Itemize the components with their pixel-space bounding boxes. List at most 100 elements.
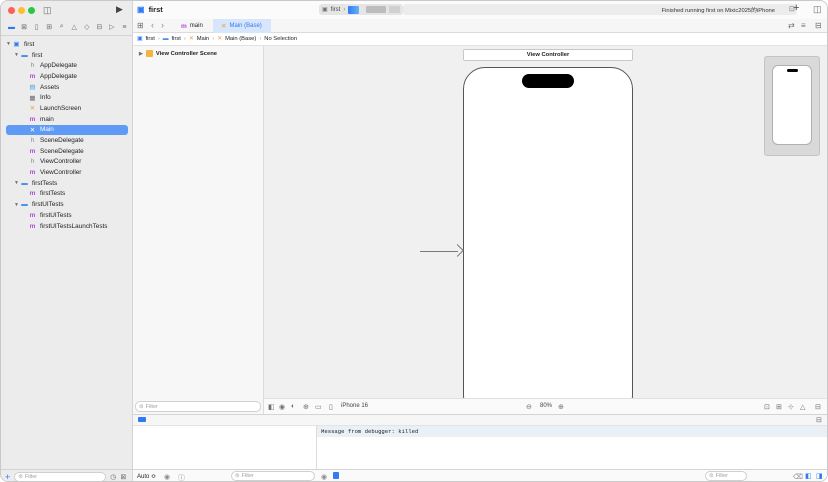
resolve-layout-icon[interactable]: △: [800, 403, 805, 411]
scheme-selector[interactable]: ▣ first ›: [319, 4, 403, 15]
tree-item-folder[interactable]: ▼ ▬ firstUITests: [1, 199, 133, 210]
tree-item-file[interactable]: ✕ LaunchScreen: [1, 103, 133, 114]
console-output-icon[interactable]: [333, 472, 339, 479]
source-control-icon[interactable]: ⊠: [20, 23, 29, 31]
tree-item-file[interactable]: m ViewController: [1, 167, 133, 178]
folder-icon[interactable]: ▬: [7, 24, 16, 31]
tree-item-file[interactable]: m main: [1, 114, 133, 125]
outline-filter-input[interactable]: ⊜ Filter: [135, 401, 261, 412]
device-icon[interactable]: ▯: [329, 403, 333, 411]
recent-files-icon[interactable]: ◷: [110, 473, 116, 481]
tree-item-file[interactable]: m AppDelegate: [1, 71, 133, 82]
run-button[interactable]: ▶: [116, 4, 123, 15]
tree-item-file-selected[interactable]: ✕ Main: [6, 124, 128, 136]
pin-icon[interactable]: ⊹: [788, 403, 794, 411]
close-window-button[interactable]: [8, 7, 15, 14]
breadcrumb-folder[interactable]: first: [172, 36, 181, 42]
tree-item-file[interactable]: m firstTests: [1, 189, 133, 200]
tree-item-file[interactable]: h AppDelegate: [1, 60, 133, 71]
outline-scene-row[interactable]: ▶ View Controller Scene: [139, 50, 217, 57]
related-items-icon[interactable]: ⊞: [137, 21, 144, 30]
tree-item-folder[interactable]: ▼ ▬ first: [1, 50, 133, 61]
tree-item-file[interactable]: h SceneDelegate: [1, 135, 133, 146]
chevron-left-icon[interactable]: ‹: [151, 20, 154, 30]
storyboard-icon: ✕: [29, 126, 36, 134]
add-icon[interactable]: +: [5, 472, 10, 482]
disclosure-right-icon[interactable]: ▶: [139, 51, 143, 57]
disclosure-down-icon[interactable]: ▼: [13, 52, 20, 58]
update-frames-icon[interactable]: ⊡: [764, 403, 770, 411]
tree-item-file[interactable]: m firstUITestsLaunchTests: [1, 221, 133, 232]
breadcrumb-project[interactable]: first: [145, 36, 154, 42]
tree-item-label: Assets: [40, 83, 60, 91]
align-icon[interactable]: ⊞: [776, 403, 782, 411]
minimize-window-button[interactable]: [18, 7, 25, 14]
disclosure-down-icon[interactable]: ▼: [5, 41, 12, 47]
appearance-icon[interactable]: ◉: [279, 403, 285, 411]
split-variables-icon[interactable]: ◧: [805, 472, 812, 480]
variables-scope-selector[interactable]: Auto ≎: [137, 473, 156, 480]
source-control-filter-icon[interactable]: ⊠: [120, 473, 126, 481]
orientation-icon[interactable]: ▭: [315, 403, 322, 411]
view-controller-title-bar[interactable]: View Controller: [463, 49, 633, 61]
split-editor-icon[interactable]: ⊟: [815, 21, 822, 30]
storyboard-canvas[interactable]: View Controller: [264, 46, 827, 398]
disclosure-down-icon[interactable]: ▼: [13, 180, 20, 186]
tree-item-project[interactable]: ▼ ▣ first: [1, 39, 133, 50]
chevron-right-icon: ›: [343, 6, 346, 13]
bookmark-icon[interactable]: ▯: [32, 23, 41, 31]
tree-item-file[interactable]: h ViewController: [1, 157, 133, 168]
code-review-icon[interactable]: ⇄: [788, 21, 795, 30]
device-name[interactable]: iPhone 16: [341, 403, 368, 409]
warning-icon[interactable]: △: [70, 23, 79, 31]
tab-main-base[interactable]: ✕ Main (Base): [213, 19, 271, 33]
outline-toggle-icon[interactable]: ◧: [268, 403, 275, 411]
view-controller-scene[interactable]: [463, 67, 633, 398]
console-filter-input[interactable]: ⊜ Filter: [705, 471, 747, 481]
accessibility-icon[interactable]: ⊕: [303, 403, 309, 411]
add-library-icon[interactable]: +: [793, 2, 799, 14]
tab-main[interactable]: m main: [173, 19, 213, 33]
breadcrumb-localization[interactable]: Main (Base): [225, 36, 256, 42]
scene-icon: [145, 50, 153, 57]
variables-filter-input[interactable]: ⊜ Filter: [231, 471, 315, 481]
filter-placeholder: Filter: [241, 473, 254, 479]
hide-debug-area-icon[interactable]: ⊟: [816, 416, 822, 424]
dark-mode-icon[interactable]: ◐: [291, 403, 295, 410]
breadcrumb-selection[interactable]: No Selection: [264, 36, 297, 42]
breakpoint-icon[interactable]: ▷: [107, 23, 116, 31]
debug-area-toggle-icon[interactable]: [138, 417, 146, 422]
tree-item-file[interactable]: m SceneDelegate: [1, 146, 133, 157]
tree-item-folder[interactable]: ▼ ▬ firstTests: [1, 178, 133, 189]
breadcrumb-file[interactable]: Main: [197, 36, 210, 42]
chevron-right-icon[interactable]: ›: [161, 20, 164, 30]
navigator-filter-input[interactable]: ⊜ Filter: [14, 471, 107, 481]
tree-item-file[interactable]: m firstUITests: [1, 210, 133, 221]
debug-icon[interactable]: ⊟: [95, 23, 104, 31]
disclosure-down-icon[interactable]: ▼: [13, 202, 20, 208]
quick-look-icon[interactable]: ◉: [164, 473, 170, 481]
zoom-in-icon[interactable]: ⊕: [558, 403, 564, 411]
console-visibility-icon[interactable]: ◉: [321, 473, 327, 481]
chevron-right-icon: ›: [157, 36, 160, 42]
search-icon[interactable]: ⌕: [57, 23, 66, 31]
tree-item-label: main: [40, 115, 54, 123]
tree-item-file[interactable]: ▤ Assets: [1, 82, 133, 93]
tree-item-label: firstUITests: [40, 211, 72, 219]
scheme-name: first: [330, 6, 341, 13]
info-icon[interactable]: ⓘ: [178, 473, 185, 481]
zoom-out-icon[interactable]: ⊖: [526, 403, 532, 411]
editor-options-icon[interactable]: ≡: [801, 21, 806, 30]
zoom-level[interactable]: 80%: [540, 403, 552, 409]
zoom-window-button[interactable]: [28, 7, 35, 14]
hierarchy-icon[interactable]: ⊞: [45, 23, 54, 31]
canvas-minimap[interactable]: [764, 56, 820, 156]
split-console-icon[interactable]: ◨: [816, 472, 823, 480]
test-icon[interactable]: ◇: [82, 23, 91, 31]
trash-icon[interactable]: ⌫: [793, 473, 803, 481]
tree-item-file[interactable]: ▦ Info: [1, 92, 133, 103]
report-icon[interactable]: ≡: [120, 24, 129, 31]
embed-icon[interactable]: ⊟: [815, 403, 821, 411]
sidebar-toggle-icon[interactable]: ◫: [43, 5, 52, 16]
inspector-toggle-icon[interactable]: ◫: [813, 4, 822, 15]
